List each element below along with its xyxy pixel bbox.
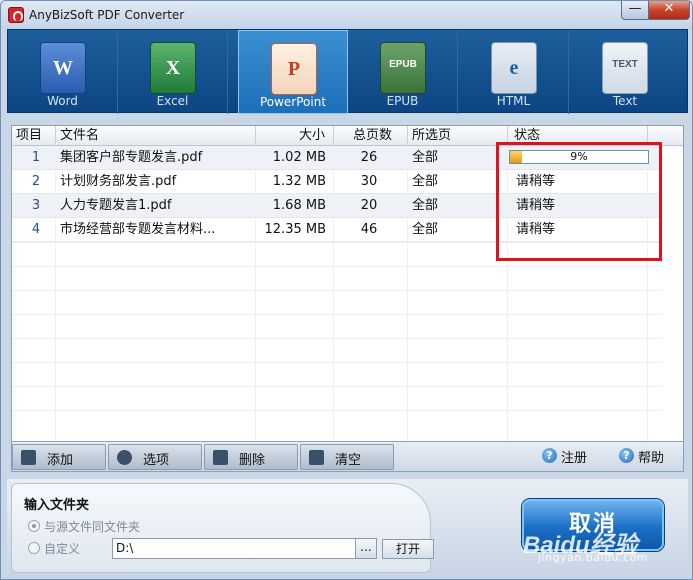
tab-powerpoint[interactable]: P PowerPoint: [238, 30, 348, 114]
output-path-field[interactable]: D:\: [112, 538, 356, 559]
same-folder-label: 与源文件同文件夹: [44, 520, 141, 534]
same-folder-radio[interactable]: [28, 520, 40, 532]
tab-label: HTML: [496, 94, 531, 108]
selected-pages[interactable]: 全部: [412, 170, 502, 194]
file-size: 12.35 MB: [264, 222, 326, 237]
title-bar: AnyBizSoft PDF Converter — ✕: [1, 1, 692, 29]
file-size: 1.32 MB: [272, 174, 326, 189]
file-size: 1.02 MB: [272, 150, 326, 165]
excel-icon: X: [150, 42, 196, 94]
browse-button[interactable]: ...: [355, 538, 377, 559]
page-count: 26: [360, 150, 378, 165]
clear-button[interactable]: 清空: [300, 444, 394, 470]
tab-label: EPUB: [386, 94, 419, 108]
close-button[interactable]: ✕: [648, 1, 690, 20]
file-size: 1.68 MB: [272, 198, 326, 213]
file-name: 人力专题发言1.pdf: [60, 198, 172, 213]
gear-icon: [117, 450, 132, 465]
tab-label: Text: [612, 94, 638, 108]
watermark-url: jingyan.baidu.com: [538, 551, 649, 564]
row-index: 2: [31, 174, 41, 189]
app-window: AnyBizSoft PDF Converter — ✕ W Word X Ex…: [0, 0, 693, 580]
file-name: 集团客户部专题发言.pdf: [60, 150, 203, 165]
tab-label: Word: [47, 94, 78, 108]
custom-folder-label: 自定义: [44, 542, 81, 556]
custom-folder-radio[interactable]: [28, 542, 40, 554]
add-button[interactable]: 添加: [12, 444, 106, 470]
format-tab-bar: W Word X Excel P PowerPoint EPUB EPUB e …: [7, 29, 688, 114]
file-name: 计划财务部发言.pdf: [60, 174, 177, 189]
open-folder-button[interactable]: 打开: [382, 539, 434, 559]
selected-pages[interactable]: 全部: [412, 194, 502, 218]
delete-button[interactable]: 删除: [204, 444, 298, 470]
output-folder-title: 输入文件夹: [24, 498, 90, 513]
word-icon: W: [40, 42, 86, 94]
selected-pages[interactable]: 全部: [412, 146, 502, 170]
tab-excel[interactable]: X Excel: [118, 30, 228, 114]
column-header-pages[interactable]: 总页数: [334, 126, 408, 146]
output-folder-group: 输入文件夹 与源文件同文件夹 自定义 D:\ ... 打开: [11, 483, 434, 573]
html-icon: e: [491, 42, 537, 94]
tab-epub[interactable]: EPUB EPUB: [348, 30, 458, 114]
column-header-index[interactable]: 项目: [12, 126, 56, 146]
column-header-name[interactable]: 文件名: [56, 126, 256, 146]
broom-icon: [309, 450, 324, 465]
tab-label: PowerPoint: [259, 95, 327, 109]
epub-icon: EPUB: [380, 42, 426, 94]
help-icon: ?: [619, 448, 634, 463]
page-count: 46: [360, 222, 378, 237]
app-logo-icon: [8, 7, 24, 23]
page-count: 30: [360, 174, 378, 189]
page-count: 20: [360, 198, 378, 213]
file-name: 市场经营部专题发言材料...: [60, 222, 216, 237]
selected-pages[interactable]: 全部: [412, 218, 502, 242]
add-file-icon: [21, 450, 36, 465]
output-settings-area: 输入文件夹 与源文件同文件夹 自定义 D:\ ... 打开 取消 Baidu经验…: [7, 479, 688, 579]
tab-html[interactable]: e HTML: [459, 30, 569, 114]
window-title: AnyBizSoft PDF Converter: [29, 8, 185, 22]
row-index: 3: [31, 198, 41, 213]
tab-label: Excel: [156, 94, 189, 108]
row-index: 4: [31, 222, 41, 237]
status-highlight-box: [496, 142, 662, 261]
powerpoint-icon: P: [271, 43, 317, 95]
key-icon: ?: [542, 448, 557, 463]
trash-icon: [213, 450, 228, 465]
column-header-size[interactable]: 大小: [256, 126, 334, 146]
row-index: 1: [31, 150, 41, 165]
action-bar: 添加 选项 删除 清空 ? 注册 ? 帮助: [11, 442, 684, 472]
options-button[interactable]: 选项: [108, 444, 202, 470]
text-icon: TEXT: [602, 42, 648, 94]
column-header-selected[interactable]: 所选页: [408, 126, 508, 146]
tab-text[interactable]: TEXT Text: [570, 30, 680, 114]
minimize-button[interactable]: —: [621, 1, 649, 20]
tab-word[interactable]: W Word: [8, 30, 118, 114]
